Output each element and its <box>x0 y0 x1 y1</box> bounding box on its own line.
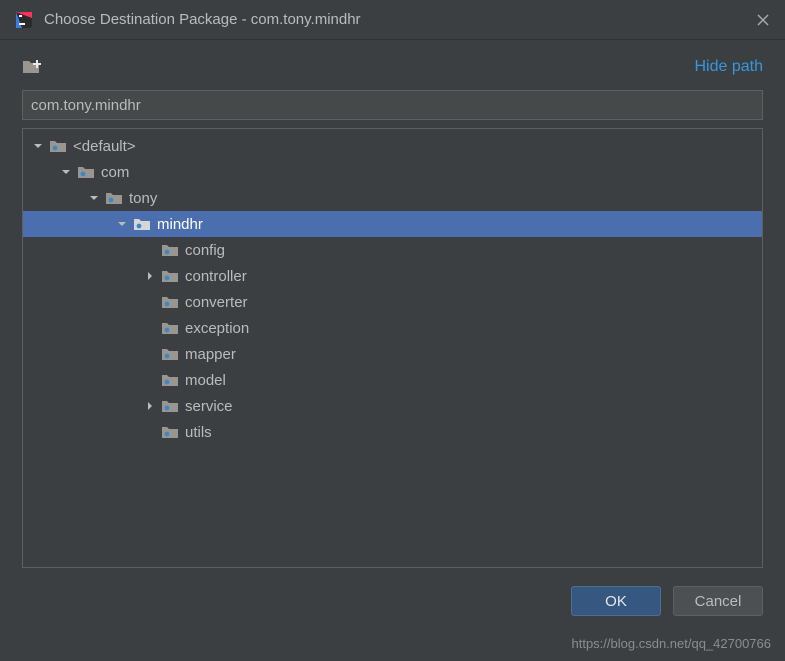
tree-node[interactable]: <default> <box>23 133 762 159</box>
tree-node-label: utils <box>185 424 212 441</box>
tree-node-label: controller <box>185 268 247 285</box>
package-folder-icon <box>105 191 123 205</box>
package-folder-icon <box>161 295 179 309</box>
close-icon[interactable] <box>755 12 771 28</box>
hide-path-link[interactable]: Hide path <box>695 58 764 76</box>
tree-node[interactable]: model <box>23 367 762 393</box>
package-folder-icon <box>77 165 95 179</box>
package-folder-icon <box>49 139 67 153</box>
cancel-button[interactable]: Cancel <box>673 586 763 616</box>
package-folder-icon <box>161 347 179 361</box>
tree-node-label: <default> <box>73 138 136 155</box>
tree-node-label: service <box>185 398 233 415</box>
tree-node[interactable]: controller <box>23 263 762 289</box>
tree-node[interactable]: config <box>23 237 762 263</box>
dialog-button-row: OK Cancel <box>0 568 785 616</box>
new-folder-icon[interactable] <box>22 58 42 76</box>
chevron-down-icon[interactable] <box>31 139 45 153</box>
package-tree-panel: <default> comtonymindhr config controller co… <box>22 128 763 568</box>
title-bar: Choose Destination Package - com.tony.mi… <box>0 0 785 40</box>
tree-node[interactable]: converter <box>23 289 762 315</box>
tree-node[interactable]: service <box>23 393 762 419</box>
watermark-text: https://blog.csdn.net/qq_42700766 <box>572 636 772 651</box>
ok-button[interactable]: OK <box>571 586 661 616</box>
tree-node-label: exception <box>185 320 249 337</box>
chevron-down-icon[interactable] <box>59 165 73 179</box>
tree-node[interactable]: exception <box>23 315 762 341</box>
tree-node-label: converter <box>185 294 248 311</box>
path-input[interactable] <box>22 90 763 120</box>
toolbar: Hide path <box>0 50 785 84</box>
package-tree[interactable]: <default> comtonymindhr config controller co… <box>23 129 762 449</box>
tree-node[interactable]: mindhr <box>23 211 762 237</box>
package-folder-icon <box>161 373 179 387</box>
package-folder-icon <box>161 321 179 335</box>
tree-node-label: model <box>185 372 226 389</box>
tree-node[interactable]: utils <box>23 419 762 445</box>
package-folder-icon <box>161 399 179 413</box>
package-folder-icon <box>161 425 179 439</box>
tree-node-label: mapper <box>185 346 236 363</box>
tree-node-label: com <box>101 164 129 181</box>
package-folder-icon <box>133 217 151 231</box>
package-folder-icon <box>161 243 179 257</box>
tree-node-label: tony <box>129 190 157 207</box>
intellij-app-icon <box>14 10 34 30</box>
tree-node[interactable]: mapper <box>23 341 762 367</box>
tree-node[interactable]: tony <box>23 185 762 211</box>
package-folder-icon <box>161 269 179 283</box>
chevron-right-icon[interactable] <box>143 399 157 413</box>
chevron-right-icon[interactable] <box>143 269 157 283</box>
tree-node[interactable]: com <box>23 159 762 185</box>
window-title: Choose Destination Package - com.tony.mi… <box>44 11 755 28</box>
path-input-wrapper <box>22 90 763 120</box>
tree-node-label: config <box>185 242 225 259</box>
tree-node-label: mindhr <box>157 216 203 233</box>
chevron-down-icon[interactable] <box>87 191 101 205</box>
chevron-down-icon[interactable] <box>115 217 129 231</box>
